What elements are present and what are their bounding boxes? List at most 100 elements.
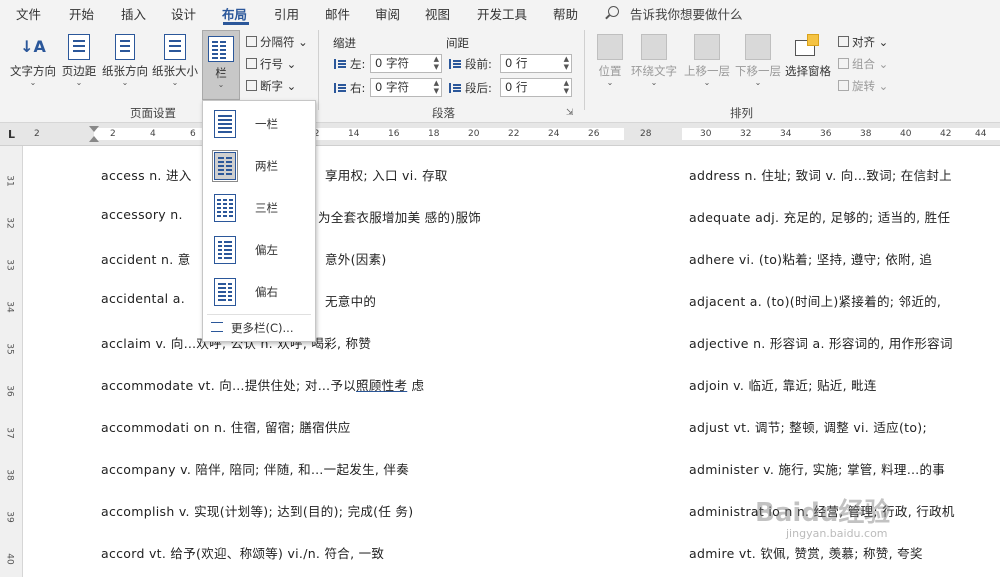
vertical-ruler-number: 32	[4, 217, 15, 229]
tab-mailings[interactable]: 邮件	[325, 4, 350, 23]
ruler-number: 44	[975, 129, 987, 139]
tab-design[interactable]: 设计	[171, 4, 196, 23]
margins-button[interactable]: 页边距 ⌄	[60, 34, 98, 87]
selection-pane-button[interactable]: 选择窗格	[784, 34, 832, 79]
left-column-line: accompany v. 陪伴, 陪同; 伴随, 和…一起发生, 伴奏	[101, 462, 410, 477]
ruler-number: 40	[900, 129, 912, 139]
indent-right-input[interactable]: 0 字符 ▲ ▼	[370, 78, 442, 97]
spinner-arrows-icon[interactable]: ▲ ▼	[434, 55, 439, 71]
right-column-line: administer v. 施行, 实施; 掌管, 料理…的事	[689, 462, 946, 477]
columns-option-one[interactable]: 一栏	[203, 104, 315, 144]
tab-stop-selector[interactable]: L	[8, 128, 15, 141]
ruler-number: 20	[468, 129, 480, 139]
tab-help[interactable]: 帮助	[553, 4, 578, 23]
wrap-text-icon	[641, 34, 667, 60]
text-direction-button[interactable]: ↓A 文字方向 ⌄	[8, 34, 58, 87]
baidu-watermark-url: jingyan.baidu.com	[786, 527, 888, 540]
spacing-title: 间距	[446, 36, 469, 50]
selection-pane-icon	[795, 34, 821, 60]
ruler-column-2	[682, 128, 1000, 140]
proofing-underlined-text[interactable]: 照顾性考	[356, 378, 407, 393]
ribbon: ↓A 文字方向 ⌄ 页边距 ⌄ 纸张方向 ⌄ 纸张大小 ⌄ 栏 ⌄ 分隔符 ⌄ …	[0, 26, 1000, 123]
left-column-line-tail: 享用权; 入口 vi. 存取	[325, 168, 448, 183]
spacing-after-input[interactable]: 0 行 ▲ ▼	[500, 78, 572, 97]
left-column-line: accommodate vt. 向…提供住处; 对…予以照顾性考 虑	[101, 378, 425, 393]
left-column-line: accessory n.	[101, 207, 183, 222]
size-button[interactable]: 纸张大小 ⌄	[150, 34, 200, 87]
hanging-indent-marker[interactable]	[89, 136, 99, 142]
breaks-button[interactable]: 分隔符 ⌄	[246, 34, 308, 50]
tab-insert[interactable]: 插入	[121, 4, 146, 23]
wrap-text-button[interactable]: 环绕文字 ⌄	[628, 34, 680, 87]
columns-option-three[interactable]: 三栏	[203, 188, 315, 228]
vertical-ruler-number: 36	[4, 385, 15, 397]
align-button[interactable]: 对齐 ⌄	[838, 34, 888, 50]
tab-home[interactable]: 开始	[69, 4, 94, 23]
hyphenation-icon	[246, 80, 257, 91]
line-numbers-button[interactable]: 行号 ⌄	[246, 56, 296, 72]
tab-layout[interactable]: 布局	[222, 4, 247, 23]
two-columns-icon	[212, 150, 238, 182]
vertical-ruler-number: 39	[4, 511, 15, 523]
active-tab-indicator	[223, 22, 249, 25]
spinner-arrows-icon[interactable]: ▲ ▼	[564, 79, 569, 95]
tab-file[interactable]: 文件	[16, 4, 41, 23]
left-column-line: accident n. 意	[101, 252, 191, 267]
send-backward-button[interactable]: 下移一层 ⌄	[733, 34, 783, 87]
ruler-number: 16	[388, 129, 400, 139]
baidu-watermark: Baidu经验	[755, 498, 891, 528]
columns-option-left[interactable]: 偏左	[203, 230, 315, 270]
line-numbers-icon	[246, 58, 257, 69]
hyphenation-button[interactable]: 断字 ⌄	[246, 78, 296, 94]
ruler-number: 34	[780, 129, 792, 139]
columns-icon	[208, 36, 234, 62]
orientation-icon	[115, 34, 135, 60]
position-button[interactable]: 位置 ⌄	[594, 34, 626, 87]
send-backward-icon	[745, 34, 771, 60]
ruler-number: 14	[348, 129, 360, 139]
ruler-number: 6	[190, 129, 196, 139]
ruler-number: 2	[110, 129, 116, 139]
indent-left-input[interactable]: 0 字符 ▲ ▼	[370, 54, 442, 73]
tab-references[interactable]: 引用	[274, 4, 299, 23]
group-button[interactable]: 组合 ⌄	[838, 56, 888, 72]
lightbulb-search-icon	[608, 6, 619, 17]
spinner-arrows-icon[interactable]: ▲ ▼	[564, 55, 569, 71]
right-column-line: adhere vi. (to)粘着; 坚持, 遵守; 依附, 追	[689, 252, 933, 267]
left-column-line: accidental a.	[101, 291, 185, 306]
first-line-indent-marker[interactable]	[89, 126, 99, 132]
horizontal-ruler[interactable]: L 2 2 4 6 8 10 12 14 16 18 20 22 24 26 2…	[0, 123, 1000, 146]
left-column-line: access n. 进入	[101, 168, 192, 183]
columns-option-right[interactable]: 偏右	[203, 272, 315, 312]
ruler-number: 36	[820, 129, 832, 139]
margins-icon	[68, 34, 90, 60]
dialog-launcher-icon[interactable]: ⇲	[566, 108, 574, 118]
indent-left-icon	[334, 59, 347, 69]
tab-view[interactable]: 视图	[425, 4, 450, 23]
ruler-number: 18	[428, 129, 440, 139]
ruler-number: 30	[700, 129, 712, 139]
right-column-line: admire vt. 钦佩, 赞赏, 羡慕; 称赞, 夸奖	[689, 546, 923, 561]
right-column-line: adjective n. 形容词 a. 形容词的, 用作形容词	[689, 336, 953, 351]
indent-left-label: 左:	[350, 57, 366, 71]
indent-title: 缩进	[333, 36, 356, 50]
rotate-button[interactable]: 旋转 ⌄	[838, 78, 888, 94]
spacing-before-icon	[449, 59, 462, 69]
vertical-ruler-number: 34	[4, 301, 15, 313]
orientation-button[interactable]: 纸张方向 ⌄	[100, 34, 150, 87]
more-columns-option[interactable]: 更多栏(C)...	[211, 320, 293, 336]
vertical-ruler-number: 40	[4, 553, 15, 565]
bring-forward-button[interactable]: 上移一层 ⌄	[682, 34, 732, 87]
tab-review[interactable]: 审阅	[375, 4, 400, 23]
spacing-before-label: 段前:	[465, 57, 492, 71]
spacing-before-input[interactable]: 0 行 ▲ ▼	[500, 54, 572, 73]
tab-developer[interactable]: 开发工具	[477, 4, 527, 23]
indent-right-icon	[334, 83, 347, 93]
spinner-arrows-icon[interactable]: ▲ ▼	[434, 79, 439, 95]
columns-option-two[interactable]: 两栏	[203, 146, 315, 186]
right-column-line: adjacent a. (to)(时间上)紧接着的; 邻近的,	[689, 294, 942, 309]
tell-me-search[interactable]: 告诉我你想要做什么	[630, 4, 743, 23]
group-divider	[584, 30, 585, 110]
columns-button[interactable]: 栏 ⌄	[204, 36, 238, 89]
three-columns-icon	[214, 194, 236, 222]
